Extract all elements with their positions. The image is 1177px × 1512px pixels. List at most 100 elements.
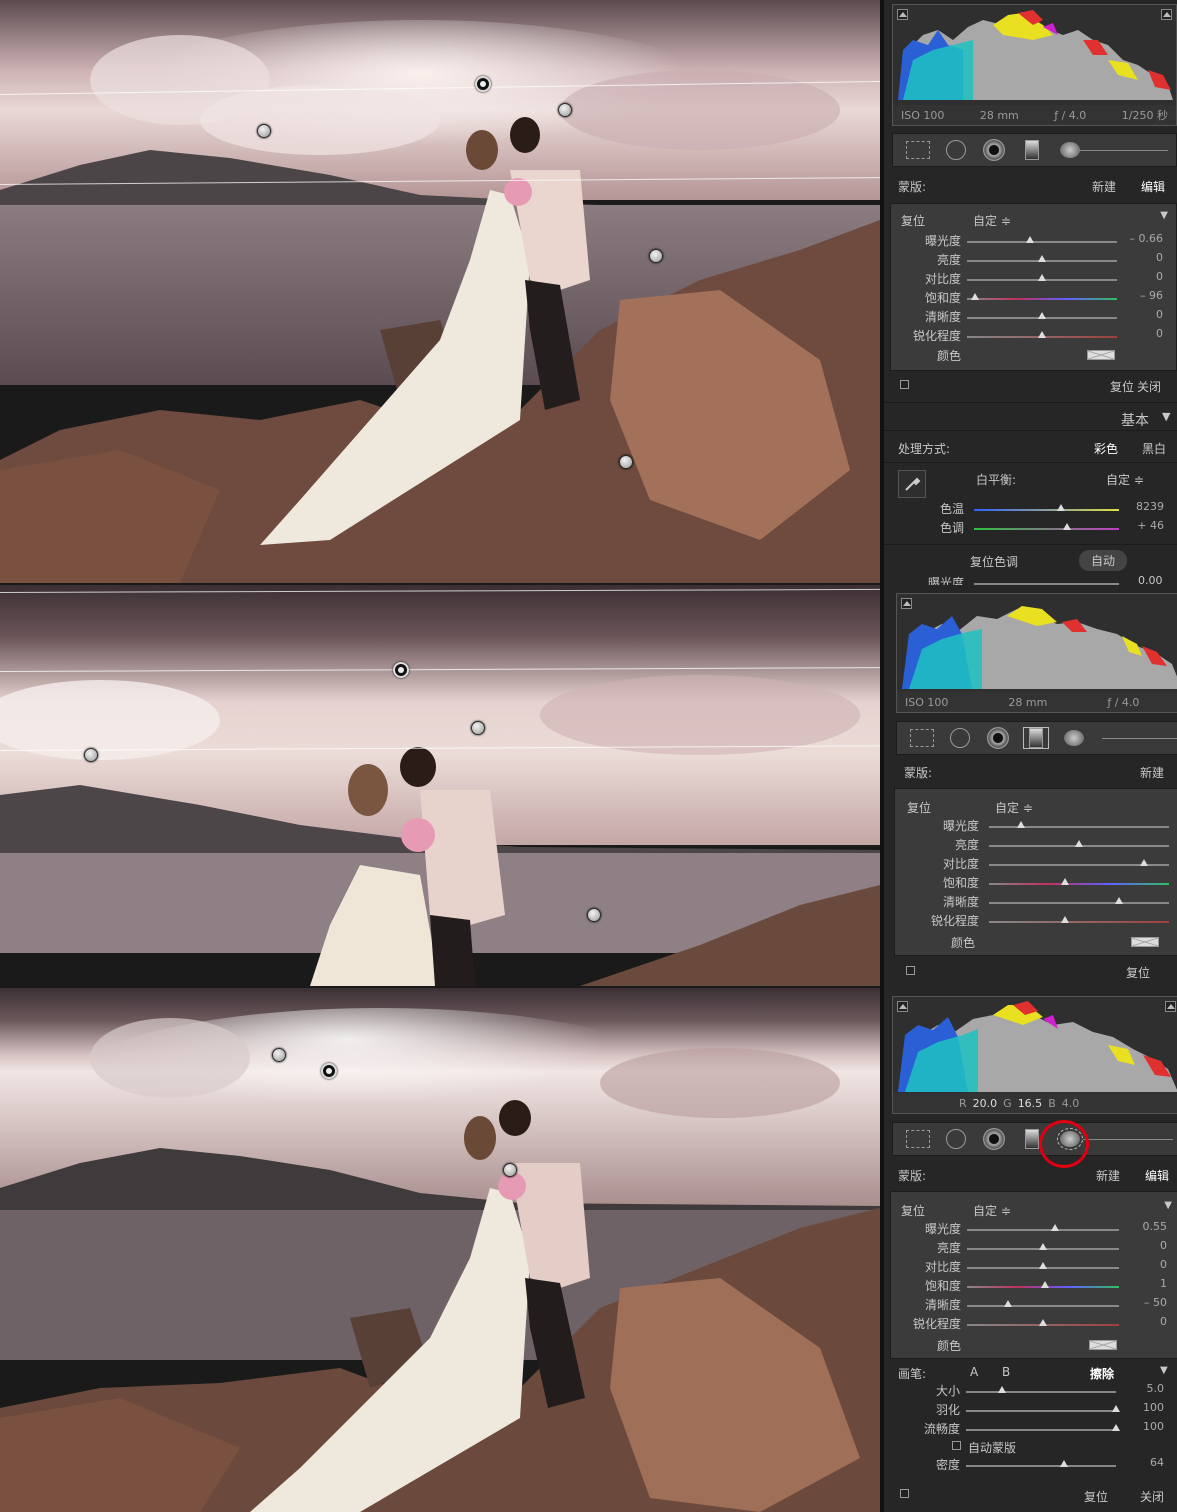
effect-reset-label[interactable]: 复位 <box>907 799 931 816</box>
color-swatch[interactable] <box>1087 350 1115 360</box>
basic-collapse-icon[interactable]: ▼ <box>1162 410 1170 423</box>
mask-edit-button[interactable]: 编辑 <box>1141 178 1165 195</box>
slider-track[interactable] <box>989 902 1169 904</box>
slider-track[interactable] <box>974 509 1119 511</box>
gradient-center-pin[interactable] <box>475 76 491 92</box>
mask-toggle-switch[interactable] <box>900 1489 909 1498</box>
slider-thumb[interactable] <box>1038 331 1046 338</box>
slider-thumb[interactable] <box>1026 236 1034 243</box>
adjustment-pin[interactable] <box>471 721 485 735</box>
slider-thumb[interactable] <box>1040 1281 1049 1288</box>
slider-track[interactable] <box>966 1465 1116 1467</box>
crop-tool-icon[interactable] <box>905 1128 931 1150</box>
highlight-clipping-icon[interactable] <box>1161 9 1172 20</box>
slider-thumb[interactable] <box>1017 821 1026 828</box>
eyedropper-icon[interactable] <box>898 470 926 498</box>
red-eye-icon[interactable] <box>981 1128 1007 1150</box>
mask-new-button[interactable]: 新建 <box>1092 178 1116 195</box>
slider-track[interactable] <box>989 826 1169 828</box>
highlight-clipping-icon[interactable] <box>1165 1001 1176 1012</box>
slider-track[interactable] <box>989 883 1169 885</box>
crop-tool-icon[interactable] <box>909 727 935 749</box>
photo-1[interactable] <box>0 0 880 583</box>
spot-removal-icon[interactable] <box>943 1128 969 1150</box>
auto-mask-checkbox[interactable] <box>952 1441 961 1450</box>
slider-track[interactable] <box>974 528 1119 530</box>
effect-preset-select[interactable]: 自定 ≑ <box>995 799 1033 816</box>
adjustment-pin[interactable] <box>503 1163 517 1177</box>
spot-removal-icon[interactable] <box>943 139 969 161</box>
slider-thumb[interactable] <box>1038 255 1046 262</box>
graduated-filter-icon[interactable] <box>1019 139 1045 161</box>
reset-button[interactable]: 复位 <box>1084 1488 1108 1505</box>
slider-thumb[interactable] <box>1039 1319 1047 1326</box>
close-button[interactable]: 关闭 <box>1137 378 1161 395</box>
mask-toggle-switch[interactable] <box>906 966 915 975</box>
mask-new-button[interactable]: 新建 <box>1096 1167 1120 1184</box>
adjustment-pin[interactable] <box>619 455 633 469</box>
slider-thumb[interactable] <box>1059 1460 1068 1467</box>
crop-tool-icon[interactable] <box>905 139 931 161</box>
treatment-color-button[interactable]: 彩色 <box>1094 440 1118 457</box>
slider-thumb[interactable] <box>970 293 979 300</box>
adjustment-brush-icon[interactable] <box>1061 727 1087 749</box>
shadow-clipping-icon[interactable] <box>901 598 912 609</box>
mask-edit-button[interactable]: 编辑 <box>1145 1167 1169 1184</box>
slider-track[interactable] <box>966 1429 1116 1431</box>
slider-thumb[interactable] <box>1114 897 1123 904</box>
mask-toggle-switch[interactable] <box>900 380 909 389</box>
slider-track[interactable] <box>967 1229 1119 1231</box>
adjustment-pin[interactable] <box>587 908 601 922</box>
reset-button[interactable]: 复位 <box>1126 964 1150 981</box>
gradient-center-pin[interactable] <box>393 662 409 678</box>
slider-thumb[interactable] <box>1060 878 1069 885</box>
collapse-icon[interactable]: ▼ <box>1164 1200 1172 1211</box>
adjustment-pin[interactable] <box>558 103 572 117</box>
adjustment-pin[interactable] <box>84 748 98 762</box>
slider-thumb[interactable] <box>1062 523 1071 530</box>
effect-preset-select[interactable]: 自定 ≑ <box>973 1202 1011 1219</box>
graduated-filter-icon[interactable] <box>1023 727 1049 749</box>
treatment-bw-button[interactable]: 黑白 <box>1142 440 1166 457</box>
slider-thumb[interactable] <box>1139 859 1148 866</box>
mask-new-button[interactable]: 新建 <box>1140 764 1164 781</box>
auto-tone-button[interactable]: 自动 <box>1079 550 1128 571</box>
brush-b-button[interactable]: B <box>1002 1365 1010 1379</box>
slider-track[interactable] <box>989 921 1169 923</box>
slider-thumb[interactable] <box>1051 1224 1060 1231</box>
slider-thumb[interactable] <box>1039 1262 1047 1269</box>
red-eye-icon[interactable] <box>981 139 1007 161</box>
slider-track[interactable] <box>967 298 1117 300</box>
effect-reset-label[interactable]: 复位 <box>901 212 925 229</box>
color-swatch[interactable] <box>1131 937 1159 947</box>
shadow-clipping-icon[interactable] <box>897 9 908 20</box>
red-eye-icon[interactable] <box>985 727 1011 749</box>
slider-thumb[interactable] <box>998 1386 1006 1393</box>
brush-collapse-icon[interactable]: ▼ <box>1160 1365 1168 1376</box>
slider-thumb[interactable] <box>1038 274 1046 281</box>
slider-thumb[interactable] <box>1004 1300 1013 1307</box>
slider-thumb[interactable] <box>1039 1243 1047 1250</box>
photo-2[interactable] <box>0 585 880 986</box>
slider-thumb[interactable] <box>1038 312 1046 319</box>
collapse-icon[interactable]: ▼ <box>1160 210 1168 221</box>
adjustment-pin[interactable] <box>272 1048 286 1062</box>
close-button[interactable]: 关闭 <box>1140 1488 1164 1505</box>
slider-track[interactable] <box>967 1305 1119 1307</box>
reset-button[interactable]: 复位 <box>1110 378 1134 395</box>
effect-reset-label[interactable]: 复位 <box>901 1202 925 1219</box>
wb-select[interactable]: 自定 ≑ <box>1106 471 1144 488</box>
slider-track[interactable] <box>967 241 1117 243</box>
photo-3[interactable] <box>0 988 880 1512</box>
basic-panel-title[interactable]: 基本 <box>1121 410 1149 430</box>
brush-pin-active[interactable] <box>321 1063 337 1079</box>
adjustment-pin[interactable] <box>649 249 663 263</box>
spot-removal-icon[interactable] <box>947 727 973 749</box>
brush-erase-button[interactable]: 擦除 <box>1090 1365 1114 1382</box>
slider-thumb[interactable] <box>1057 504 1065 511</box>
brush-a-button[interactable]: A <box>970 1365 978 1379</box>
adjustment-pin[interactable] <box>257 124 271 138</box>
slider-track[interactable] <box>966 1410 1116 1412</box>
slider-thumb[interactable] <box>1060 916 1069 923</box>
color-swatch[interactable] <box>1089 1340 1117 1350</box>
